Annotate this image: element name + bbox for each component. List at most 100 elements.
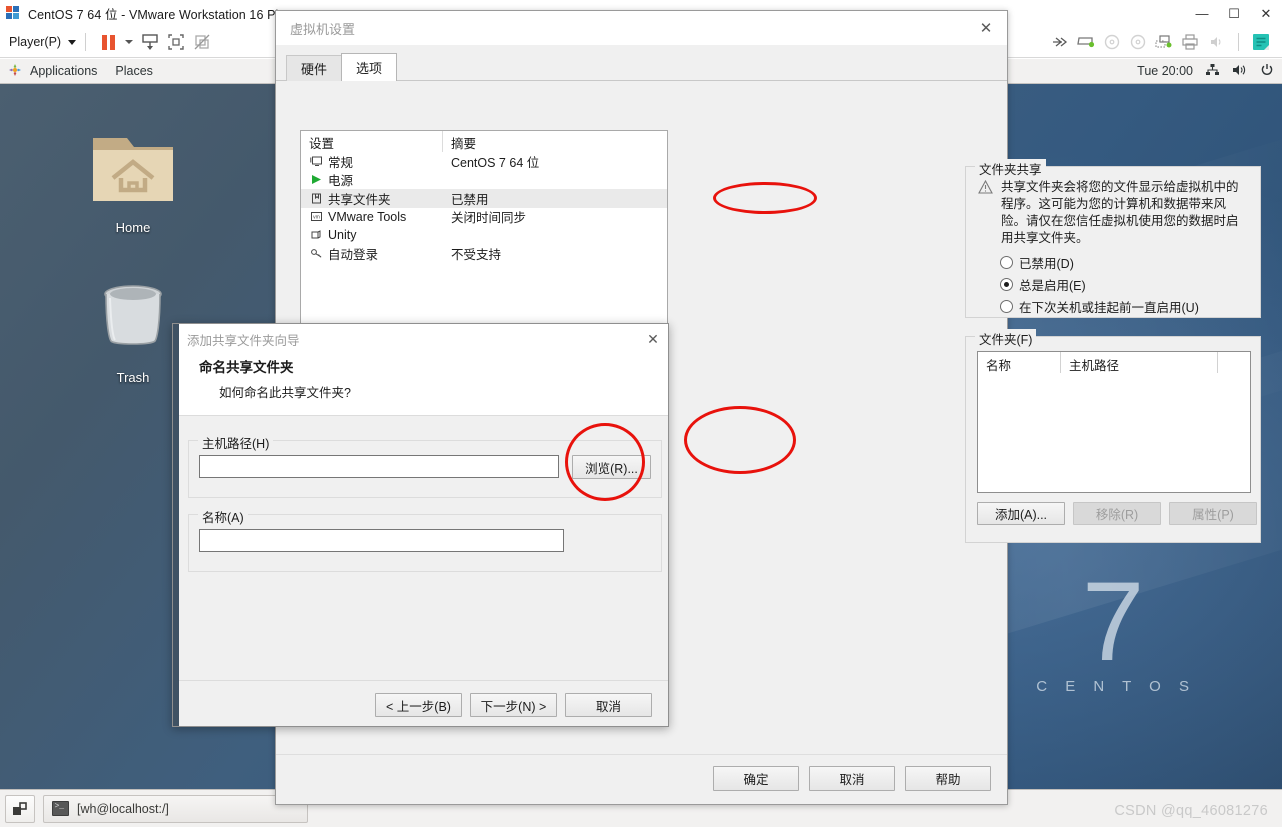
hard-disk-icon[interactable]: [1073, 29, 1099, 55]
wizard-title: 添加共享文件夹向导: [187, 333, 300, 348]
printer-icon[interactable]: [1177, 29, 1203, 55]
power-icon[interactable]: [1260, 63, 1274, 80]
toolbar-separator: [85, 33, 87, 51]
screenshot-root: CentOS 7 64 位 - VMware Workstation 16 Pl…: [0, 0, 1282, 827]
settings-label: 自动登录: [328, 248, 379, 263]
settings-summary: CentOS 7 64 位: [451, 155, 540, 170]
centos-wordmark: C E N T O S: [1036, 678, 1196, 695]
taskbar-window-button[interactable]: >_ [wh@localhost:/]: [43, 794, 308, 823]
places-menu[interactable]: Places: [115, 64, 153, 78]
cd-drive-icon[interactable]: [1099, 29, 1125, 55]
applications-menu[interactable]: Applications: [30, 64, 97, 78]
minimize-button[interactable]: —: [1186, 0, 1218, 27]
folder-name-legend: 名称(A): [198, 507, 248, 526]
autologin-icon: [309, 247, 323, 260]
radio-button[interactable]: [1000, 278, 1013, 291]
unity-mode-icon[interactable]: [189, 29, 215, 55]
add-folder-button[interactable]: 添加(A)...: [977, 502, 1065, 525]
folder-sharing-legend: 文件夹共享: [975, 159, 1046, 178]
centos-version-number: 7: [1081, 559, 1145, 685]
player-menu-label: Player(P): [9, 35, 62, 49]
settings-row-unity[interactable]: Unity: [301, 226, 667, 245]
radio-option-disabled[interactable]: 已禁用(D): [966, 253, 1260, 272]
browse-button[interactable]: 浏览(R)...: [572, 455, 651, 479]
warning-triangle-icon: [978, 179, 993, 247]
cancel-button[interactable]: 取消: [565, 693, 652, 717]
network-adapter-icon[interactable]: [1151, 29, 1177, 55]
radio-option-always-enabled[interactable]: 总是启用(E): [966, 275, 1260, 294]
show-desktop-icon[interactable]: [5, 794, 35, 823]
radio-option-until-shutdown[interactable]: 在下次关机或挂起前一直启用(U): [966, 297, 1260, 316]
wizard-body: 主机路径(H) 浏览(R)... 名称(A): [179, 426, 668, 680]
vmtools-icon: vm: [309, 210, 323, 223]
folder-sharing-warning: 共享文件夹会将您的文件显示给虚拟机中的程序。这可能为您的计算机和数据带来风险。请…: [1001, 180, 1239, 245]
settings-summary: 关闭时间同步: [451, 211, 527, 226]
maximize-button[interactable]: ☐: [1218, 0, 1250, 27]
close-icon[interactable]: ✕: [973, 15, 999, 41]
help-button[interactable]: 帮助: [905, 766, 991, 791]
watermark-text: CSDN @qq_46081276: [1114, 803, 1268, 819]
close-icon[interactable]: ✕: [638, 325, 668, 353]
terminal-icon: >_: [52, 801, 69, 816]
applications-icon: [8, 63, 22, 80]
add-shared-folder-wizard: 添加共享文件夹向导 ✕ 命名共享文件夹 如何命名此共享文件夹? 主机路径(H) …: [172, 323, 669, 727]
host-path-group: 主机路径(H) 浏览(R)...: [188, 433, 662, 498]
clock-label[interactable]: Tue 20:00: [1137, 64, 1193, 78]
folders-legend: 文件夹(F): [975, 329, 1037, 348]
column-header-setting: 设置: [301, 131, 443, 152]
close-button[interactable]: ✕: [1250, 0, 1282, 27]
settings-label: Unity: [328, 228, 357, 243]
desktop-icon-label: Home: [115, 220, 151, 235]
pause-icon[interactable]: [95, 29, 121, 55]
cd-drive2-icon[interactable]: [1125, 29, 1151, 55]
taskbar-window-label: [wh@localhost:/]: [77, 801, 169, 816]
folder-name-input[interactable]: [199, 529, 564, 552]
vm-settings-title: 虚拟机设置: [290, 21, 356, 37]
settings-row-shared-folders[interactable]: 共享文件夹 已禁用: [301, 189, 667, 208]
folders-button-row: 添加(A)... 移除(R) 属性(P): [977, 502, 1257, 525]
pause-dropdown-icon[interactable]: [121, 29, 137, 55]
wizard-heading: 命名共享文件夹: [199, 360, 294, 375]
tab-hardware[interactable]: 硬件: [286, 55, 343, 81]
settings-list-header: 设置 摘要: [301, 131, 667, 152]
trash-can-icon: [104, 285, 162, 345]
toolbar-status-icons: [1047, 29, 1278, 55]
host-path-legend: 主机路径(H): [198, 433, 274, 452]
network-icon[interactable]: [1205, 63, 1220, 80]
next-button[interactable]: 下一步(N) >: [470, 693, 557, 717]
window-controls: — ☐ ✕: [1186, 0, 1282, 27]
cancel-button[interactable]: 取消: [809, 766, 895, 791]
full-screen-icon[interactable]: [163, 29, 189, 55]
centos-branding: 7 C E N T O S: [1030, 559, 1196, 695]
settings-row-power[interactable]: 电源: [301, 171, 667, 190]
settings-row-vmware-tools[interactable]: vm VMware Tools 关闭时间同步: [301, 208, 667, 227]
back-button[interactable]: < 上一步(B): [375, 693, 462, 717]
desktop-icon-home[interactable]: Home: [78, 124, 188, 235]
folders-table[interactable]: 名称 主机路径: [977, 351, 1251, 493]
power-icon: [309, 173, 323, 186]
wizard-footer: < 上一步(B) 下一步(N) > 取消: [179, 680, 668, 726]
host-path-input[interactable]: [199, 455, 559, 478]
send-ctrl-alt-del-icon[interactable]: [137, 29, 163, 55]
vmware-logo-icon: [6, 5, 22, 22]
home-folder-icon: [93, 138, 173, 201]
folder-properties-button: 属性(P): [1169, 502, 1257, 525]
svg-text:vm: vm: [313, 215, 320, 221]
usb-icon[interactable]: [1248, 29, 1274, 55]
folder-icon: [309, 192, 323, 205]
settings-row-auto-login[interactable]: 自动登录 不受支持: [301, 245, 667, 264]
radio-button[interactable]: [1000, 300, 1013, 313]
volume-icon[interactable]: [1232, 63, 1248, 80]
player-menu-button[interactable]: Player(P): [9, 35, 77, 49]
column-header-extra: [1218, 352, 1250, 373]
settings-row-general[interactable]: 常规 CentOS 7 64 位: [301, 152, 667, 171]
ok-button[interactable]: 确定: [713, 766, 799, 791]
radio-button[interactable]: [1000, 256, 1013, 269]
tab-options[interactable]: 选项: [341, 53, 398, 81]
network-icon[interactable]: [1047, 29, 1073, 55]
settings-label: VMware Tools: [328, 209, 407, 224]
wizard-header: 命名共享文件夹 如何命名此共享文件夹?: [173, 354, 668, 416]
sound-icon[interactable]: [1203, 29, 1229, 55]
folders-group: 文件夹(F) 名称 主机路径 添加(A)... 移除(R) 属性(P): [965, 329, 1261, 543]
settings-summary: 不受支持: [451, 248, 502, 263]
